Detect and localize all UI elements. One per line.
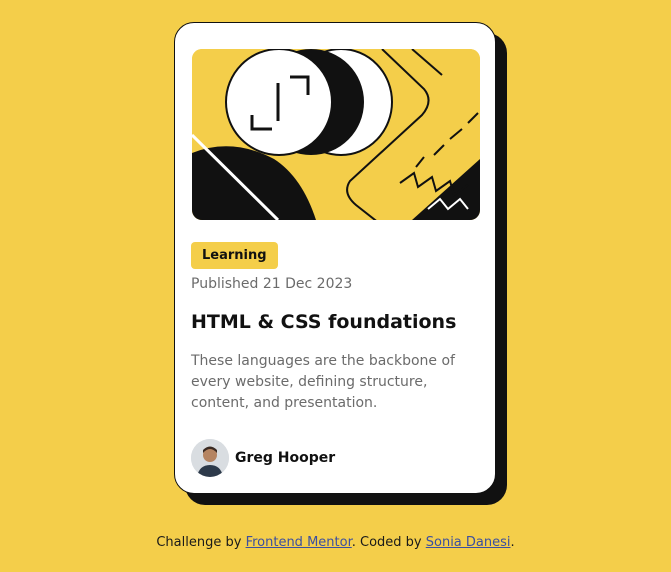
attribution-middle: . Coded by	[351, 535, 426, 550]
card-title[interactable]: HTML & CSS foundations	[191, 311, 456, 333]
author-link[interactable]: Sonia Danesi	[426, 535, 511, 550]
attribution-prefix: Challenge by	[156, 535, 246, 550]
attribution: Challenge by Frontend Mentor. Coded by S…	[0, 535, 671, 550]
author: Greg Hooper	[191, 439, 335, 477]
attribution-suffix: .	[510, 535, 515, 550]
blog-preview-card: Learning Published 21 Dec 2023 HTML & CS…	[174, 22, 496, 494]
author-name: Greg Hooper	[235, 450, 336, 466]
card-illustration	[192, 49, 480, 220]
published-date: Published 21 Dec 2023	[191, 276, 353, 292]
category-badge: Learning	[191, 242, 278, 269]
frontend-mentor-link[interactable]: Frontend Mentor	[246, 535, 352, 550]
abstract-illustration-icon	[192, 49, 480, 220]
avatar-photo-icon	[191, 439, 229, 477]
avatar	[191, 439, 229, 477]
card-description: These languages are the backbone of ever…	[191, 353, 455, 411]
